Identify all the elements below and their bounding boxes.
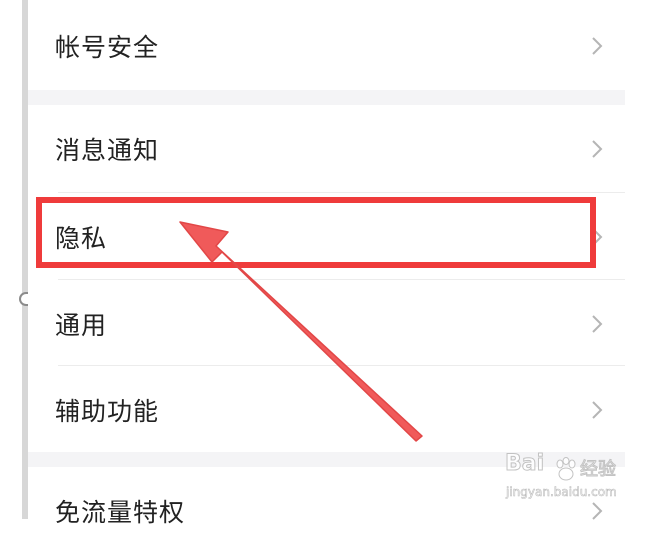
settings-list: 帐号安全 消息通知 隐私 通用 辅助功能 免流量特权 — [28, 0, 625, 527]
settings-item-label: 辅助功能 — [55, 397, 160, 426]
settings-item-label: 通用 — [55, 311, 108, 340]
settings-item-accessibility[interactable]: 辅助功能 — [28, 366, 625, 454]
section-gap — [28, 90, 625, 105]
settings-item-general[interactable]: 通用 — [28, 280, 625, 368]
settings-item-label: 免流量特权 — [55, 498, 186, 527]
settings-item-data-free[interactable]: 免流量特权 — [28, 467, 625, 555]
chevron-right-icon — [592, 401, 603, 419]
chevron-right-icon — [592, 37, 603, 55]
settings-item-label: 隐私 — [55, 224, 108, 253]
settings-item-notifications[interactable]: 消息通知 — [28, 105, 625, 193]
chevron-right-icon — [592, 315, 603, 333]
left-edge-bar — [0, 0, 28, 519]
chevron-right-icon — [592, 228, 603, 246]
settings-item-account-security[interactable]: 帐号安全 — [28, 2, 625, 90]
settings-item-label: 消息通知 — [55, 136, 160, 165]
section-gap — [28, 452, 625, 467]
settings-item-privacy[interactable]: 隐私 — [28, 193, 625, 281]
chevron-right-icon — [592, 140, 603, 158]
settings-item-label: 帐号安全 — [55, 33, 160, 62]
